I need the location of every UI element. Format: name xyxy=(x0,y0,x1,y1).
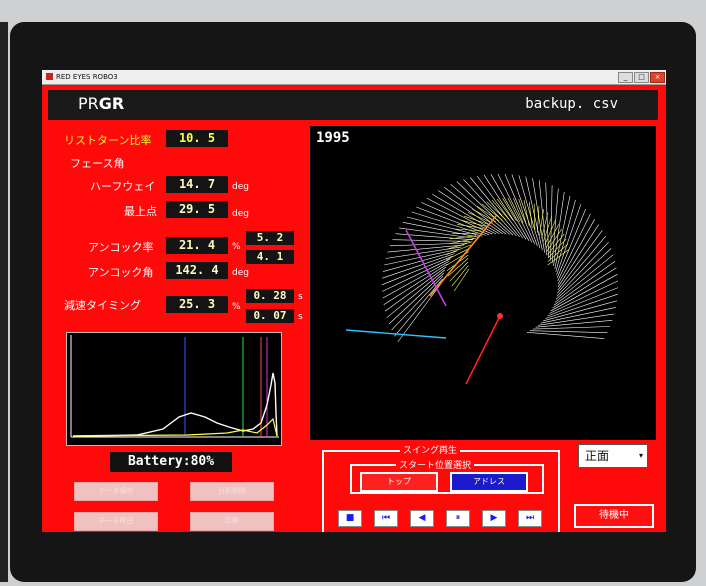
timing-waveform-graph xyxy=(66,332,282,446)
face-angle-label: フェース角 xyxy=(70,157,125,170)
title-bar[interactable]: RED EYES ROBO3 _ □ × xyxy=(42,70,666,85)
uncock-rate-value: 21. 4 xyxy=(166,237,228,254)
print-button[interactable]: 印刷 xyxy=(190,512,274,531)
step-back-button[interactable]: ◀ xyxy=(410,510,434,527)
decel-timing-label: 減速タイミング xyxy=(64,299,141,312)
wrist-turn-value: 10. 5 xyxy=(166,130,228,147)
analysis-delete-button[interactable]: 分析削除 xyxy=(190,482,274,501)
shaft-line-white xyxy=(397,281,443,343)
shaft-line-white xyxy=(456,181,514,236)
swing-playback-group: スイング再生 スタート位置選択 トップ アドレス ■ ⏮ ◀ ⏸ ▶ ⏭ xyxy=(322,443,560,532)
shaft-line-yellow xyxy=(451,232,479,235)
waveform-svg xyxy=(70,335,279,438)
shaft-line-white xyxy=(381,258,451,292)
waveform-white xyxy=(72,372,278,437)
club-cyan xyxy=(345,329,447,339)
decel-side-value-1: 0. 28 xyxy=(246,289,294,303)
top-label: 最上点 xyxy=(124,205,157,218)
shaft-line-white xyxy=(483,174,527,240)
decel-side-unit-1: s xyxy=(298,292,303,302)
shaft-line-white xyxy=(391,275,444,331)
shaft-line-white xyxy=(529,330,608,333)
header-bar: PRGR backup. csv xyxy=(48,90,658,120)
brand-light: PR xyxy=(78,94,99,113)
step-forward-button[interactable]: ▶ xyxy=(482,510,506,527)
shaft-line-yellow xyxy=(523,200,530,227)
minimize-button[interactable]: _ xyxy=(618,72,633,83)
wrist-turn-label: リストターン比率 xyxy=(64,134,152,147)
shaft-line-white xyxy=(526,332,605,339)
uncock-angle-label: アンコック角 xyxy=(88,266,154,279)
brand-logo: PRGR xyxy=(78,94,124,113)
shaft-line-yellow xyxy=(451,265,469,287)
shaft-line-white xyxy=(497,173,533,243)
shaft-line-white xyxy=(555,199,576,272)
window-title: RED EYES ROBO3 xyxy=(56,73,118,81)
swing-trajectory-viewer[interactable]: 1995 xyxy=(310,126,656,440)
hand-position-dot xyxy=(497,313,503,319)
start-top-button[interactable]: トップ xyxy=(360,472,438,492)
shaft-line-yellow xyxy=(449,261,469,282)
viewer-year: 1995 xyxy=(316,130,350,146)
uncock-angle-value: 142. 4 xyxy=(166,262,228,279)
close-button[interactable]: × xyxy=(650,72,665,83)
app-icon xyxy=(46,73,53,80)
chevron-down-icon: ▾ xyxy=(638,451,643,460)
view-select[interactable]: 正面 ▾ xyxy=(578,444,648,468)
uncock-angle-unit: deg xyxy=(232,268,249,278)
shaft-line-white xyxy=(547,287,619,317)
uncock-side-value-2: 4. 1 xyxy=(246,250,294,264)
decel-side-unit-2: s xyxy=(298,312,303,322)
shaft-line-white xyxy=(389,242,468,247)
first-frame-button[interactable]: ⏮ xyxy=(374,510,398,527)
standby-status-button[interactable]: 待機中 xyxy=(574,504,654,528)
maximize-button[interactable]: □ xyxy=(634,72,649,83)
shaft-line-white xyxy=(392,239,470,242)
file-name: backup. csv xyxy=(525,96,618,112)
uncock-rate-unit: % xyxy=(232,242,241,252)
view-select-value: 正面 xyxy=(585,449,610,463)
shaft-line-white xyxy=(556,241,609,297)
adjacent-monitor-edge xyxy=(0,22,8,582)
waveform-yellow xyxy=(72,417,278,437)
shaft-line-white xyxy=(549,280,619,314)
shaft-line-white xyxy=(532,326,611,330)
club-red xyxy=(465,315,501,385)
shaft-line-white xyxy=(490,174,530,241)
start-position-group: スタート位置選択 トップ アドレス xyxy=(350,458,544,494)
shaft-line-yellow xyxy=(449,235,477,240)
decel-timing-value: 25. 3 xyxy=(166,296,228,313)
shaft-line-yellow xyxy=(533,203,536,231)
decel-timing-unit: % xyxy=(232,302,241,312)
halfway-label: ハーフウェイ xyxy=(90,180,156,193)
swing-trajectory-svg xyxy=(345,173,619,385)
start-position-title: スタート位置選択 xyxy=(396,458,475,471)
data-save-button[interactable]: データ保存 xyxy=(74,482,158,501)
halfway-unit: deg xyxy=(232,182,249,192)
data-load-button[interactable]: データ呼出 xyxy=(74,512,158,531)
app-window: RED EYES ROBO3 _ □ × PRGR backup. csv リス… xyxy=(42,70,666,532)
top-value: 29. 5 xyxy=(166,201,228,218)
decel-side-value-2: 0. 07 xyxy=(246,309,294,323)
uncock-side-value-1: 5. 2 xyxy=(246,231,294,245)
pause-button[interactable]: ⏸ xyxy=(446,510,470,527)
swing-playback-title: スイング再生 xyxy=(400,443,461,456)
shaft-line-white xyxy=(555,248,612,300)
uncock-rate-label: アンコック率 xyxy=(88,241,154,254)
stop-button[interactable]: ■ xyxy=(338,510,362,527)
halfway-value: 14. 7 xyxy=(166,176,228,193)
last-frame-button[interactable]: ⏭ xyxy=(518,510,542,527)
brand-bold: GR xyxy=(98,94,125,113)
top-unit: deg xyxy=(232,209,249,219)
battery-indicator: Battery:80% xyxy=(110,452,232,472)
start-address-button[interactable]: アドレス xyxy=(450,472,528,492)
